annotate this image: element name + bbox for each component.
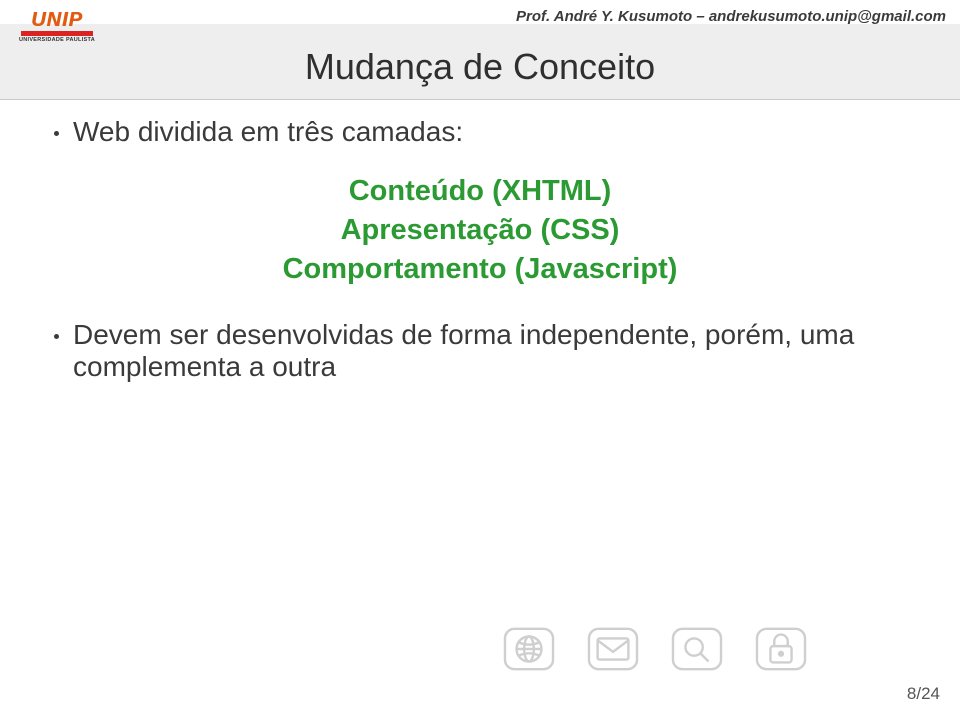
lock-icon (752, 624, 810, 674)
author-line: Prof. André Y. Kusumoto – andrekusumoto.… (516, 8, 946, 25)
logo-sub-text: UNIVERSIDADE PAULISTA (19, 37, 95, 43)
globe-icon (500, 624, 558, 674)
footer-icons (500, 624, 810, 674)
university-logo: UNIP UNIVERSIDADE PAULISTA (18, 10, 96, 46)
logo-red-bar (21, 31, 93, 36)
content-area: Web dividida em três camadas: Conteúdo (… (54, 116, 906, 407)
bullet-dot-icon (54, 131, 59, 136)
bullet-dot-icon (54, 334, 59, 339)
slide: UNIP UNIVERSIDADE PAULISTA Prof. André Y… (0, 0, 960, 720)
bullet-outro: Devem ser desenvolvidas de forma indepen… (54, 319, 906, 383)
layers-block: Conteúdo (XHTML) Apresentação (CSS) Comp… (54, 172, 906, 289)
mail-icon (584, 624, 642, 674)
bullet-intro-text: Web dividida em três camadas: (73, 116, 463, 148)
page-number: 8/24 (907, 684, 940, 704)
bullet-outro-text: Devem ser desenvolvidas de forma indepen… (73, 319, 906, 383)
slide-title: Mudança de Conceito (0, 46, 960, 88)
logo-main-text: UNIP (31, 10, 83, 30)
layer-content: Conteúdo (XHTML) (54, 172, 906, 211)
layer-behavior: Comportamento (Javascript) (54, 250, 906, 289)
search-icon (668, 624, 726, 674)
layer-presentation: Apresentação (CSS) (54, 211, 906, 250)
bullet-intro: Web dividida em três camadas: (54, 116, 906, 148)
